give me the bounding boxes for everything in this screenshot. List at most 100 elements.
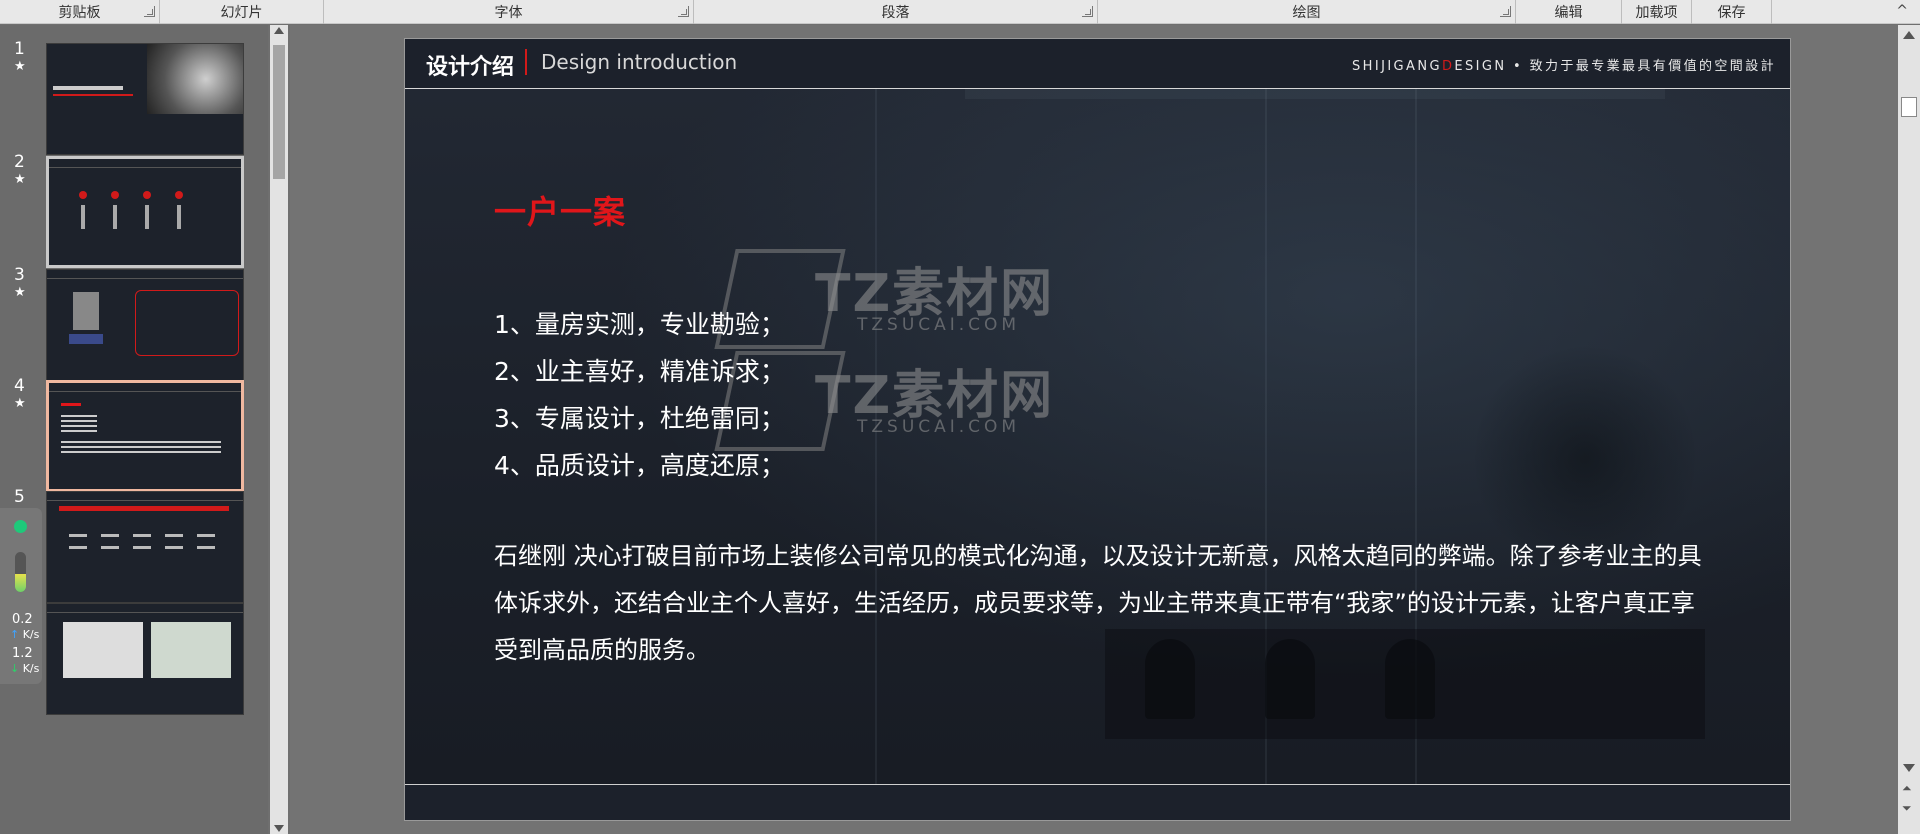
thumb-graphic [63,622,143,678]
feature-list[interactable]: 1、量房实测，专业勘验； 2、业主喜好，精准诉求； 3、专属设计，杜绝雷同； 4… [494,301,785,489]
thumbnail-preview[interactable] [46,380,244,492]
thumb-graphic [197,534,215,537]
thumbnail-scrollbar[interactable] [270,25,288,834]
thumb-graphic [81,205,85,229]
thumb-graphic [151,622,231,678]
animation-star-icon: ★ [14,59,26,74]
ribbon-group-label: 绘图 [1292,4,1321,21]
ribbon-group-addins[interactable]: 加载项 [1622,0,1692,24]
thumb-graphic [49,159,241,168]
thumb-graphic [79,191,87,199]
slide-thumbnail-pane[interactable]: 1★2★3★4★5★6★ [0,25,268,834]
network-monitor-widget[interactable]: 0.2 ↑ K/s 1.2 ↓ K/s [0,508,42,684]
previous-slide-icon[interactable]: ⏶ [1902,781,1912,796]
ribbon-group-slides[interactable]: 幻灯片 [160,0,324,24]
scroll-down-arrow-icon[interactable] [274,825,284,832]
slide-header: 设计介绍 Design introduction SHIJIGANGDESIGN… [405,39,1790,89]
slide-number: 4 [14,376,25,396]
ribbon-group-label: 保存 [1717,4,1746,21]
thumbnail-preview[interactable] [46,269,244,381]
list-item[interactable]: 1、量房实测，专业勘验； [494,301,785,348]
brand-suffix: ESIGN • 致力于最专業最具有價值的空間設計 [1454,59,1776,74]
thumb-graphic [49,383,241,392]
footer-divider [405,784,1790,785]
thumb-graphic [73,292,99,330]
animation-star-icon: ★ [14,396,26,411]
ribbon-group-clipboard[interactable]: 剪贴板 [0,0,160,24]
thumb-graphic [47,270,243,279]
upload-arrow-icon: ↑ [10,628,20,641]
scrollbar-thumb[interactable] [1901,97,1917,117]
thumb-graphic [53,86,123,90]
dialog-launcher-icon[interactable] [1500,5,1511,17]
watermark-sub: TZSUCAI.COM [857,417,1021,437]
thumb-graphic [69,334,103,344]
thumbnail-preview[interactable] [46,603,244,715]
watermark-sub: TZSUCAI.COM [857,315,1021,335]
thumb-graphic [145,205,149,229]
brand-letter-d: D [1441,59,1455,74]
animation-star-icon: ★ [14,285,26,300]
list-item[interactable]: 2、业主喜好，精准诉求； [494,348,785,395]
thumb-graphic [175,191,183,199]
ribbon-group-paragraph[interactable]: 段落 [694,0,1098,24]
scrollbar-thumb[interactable] [273,45,285,179]
ribbon-group-drawing[interactable]: 绘图 [1098,0,1516,24]
thumb-graphic [197,546,215,549]
thumb-graphic [143,191,151,199]
description-paragraph[interactable]: 石继刚 决心打破目前市场上装修公司常见的模式化沟通，以及设计无新意，风格太趋同的… [494,533,1704,674]
thumbnail-preview[interactable] [46,43,244,155]
thumb-graphic [165,546,183,549]
ribbon-group-label: 剪贴板 [58,4,101,21]
slide-thumbnail-2[interactable]: 2 ★ [0,152,262,282]
section-title[interactable]: 一户一案 [494,187,626,233]
animation-star-icon: ★ [14,172,26,187]
scroll-up-arrow-icon[interactable] [1903,31,1915,39]
thumb-graphic [133,534,151,537]
dialog-launcher-icon[interactable] [1082,5,1093,17]
slide-thumbnail-1[interactable]: 1 ★ [0,39,262,169]
ribbon-group-label: 字体 [494,4,523,21]
thumb-graphic [69,546,87,549]
thumbnail-preview[interactable] [46,491,244,603]
thumbnail-preview[interactable] [46,156,244,268]
thumb-graphic [69,534,87,537]
thumb-graphic [101,546,119,549]
thumb-graphic [165,534,183,537]
brand-tagline[interactable]: SHIJIGANGDESIGN • 致力于最专業最具有價值的空間設計 [1352,55,1776,74]
thumb-graphic [59,506,229,511]
slide-number: 3 [14,265,25,285]
title-divider [525,49,527,75]
slide-number: 1 [14,39,25,59]
slide-number: 5 [14,487,25,507]
upload-speed: 0.2 [12,612,33,627]
thumb-graphic [147,44,243,114]
thumb-graphic [101,534,119,537]
scroll-down-arrow-icon[interactable] [1903,764,1915,772]
thumb-graphic [61,441,221,455]
ribbon-group-label: 幻灯片 [220,4,263,21]
status-dot-icon [14,520,27,533]
download-speed: 1.2 [12,646,33,661]
upload-unit: ↑ K/s [10,628,40,641]
ribbon-group-font[interactable]: 字体 [324,0,694,24]
slide-title-en[interactable]: Design introduction [541,50,737,74]
dialog-launcher-icon[interactable] [144,5,155,17]
download-arrow-icon: ↓ [10,662,20,675]
ribbon-group-label: 编辑 [1554,4,1583,21]
thumb-graphic [61,403,81,406]
next-slide-icon[interactable]: ⏷ [1902,801,1912,816]
scroll-up-arrow-icon[interactable] [274,27,284,34]
ribbon-group-save[interactable]: 保存 [1692,0,1772,24]
usage-meter [15,552,26,592]
usage-meter-fill [15,574,26,592]
list-item[interactable]: 4、品质设计，高度还原； [494,442,785,489]
current-slide[interactable]: 设计介绍 Design introduction SHIJIGANGDESIGN… [404,38,1791,821]
slide-title-cn[interactable]: 设计介绍 [426,49,514,81]
dialog-launcher-icon[interactable] [678,5,689,17]
ribbon-group-editing[interactable]: 编辑 [1516,0,1622,24]
list-item[interactable]: 3、专属设计，杜绝雷同； [494,395,785,442]
collapse-ribbon-icon[interactable]: ^ [1896,3,1908,19]
editor-scrollbar[interactable]: ⏶ ⏷ [1898,25,1920,834]
download-unit: ↓ K/s [10,662,40,675]
